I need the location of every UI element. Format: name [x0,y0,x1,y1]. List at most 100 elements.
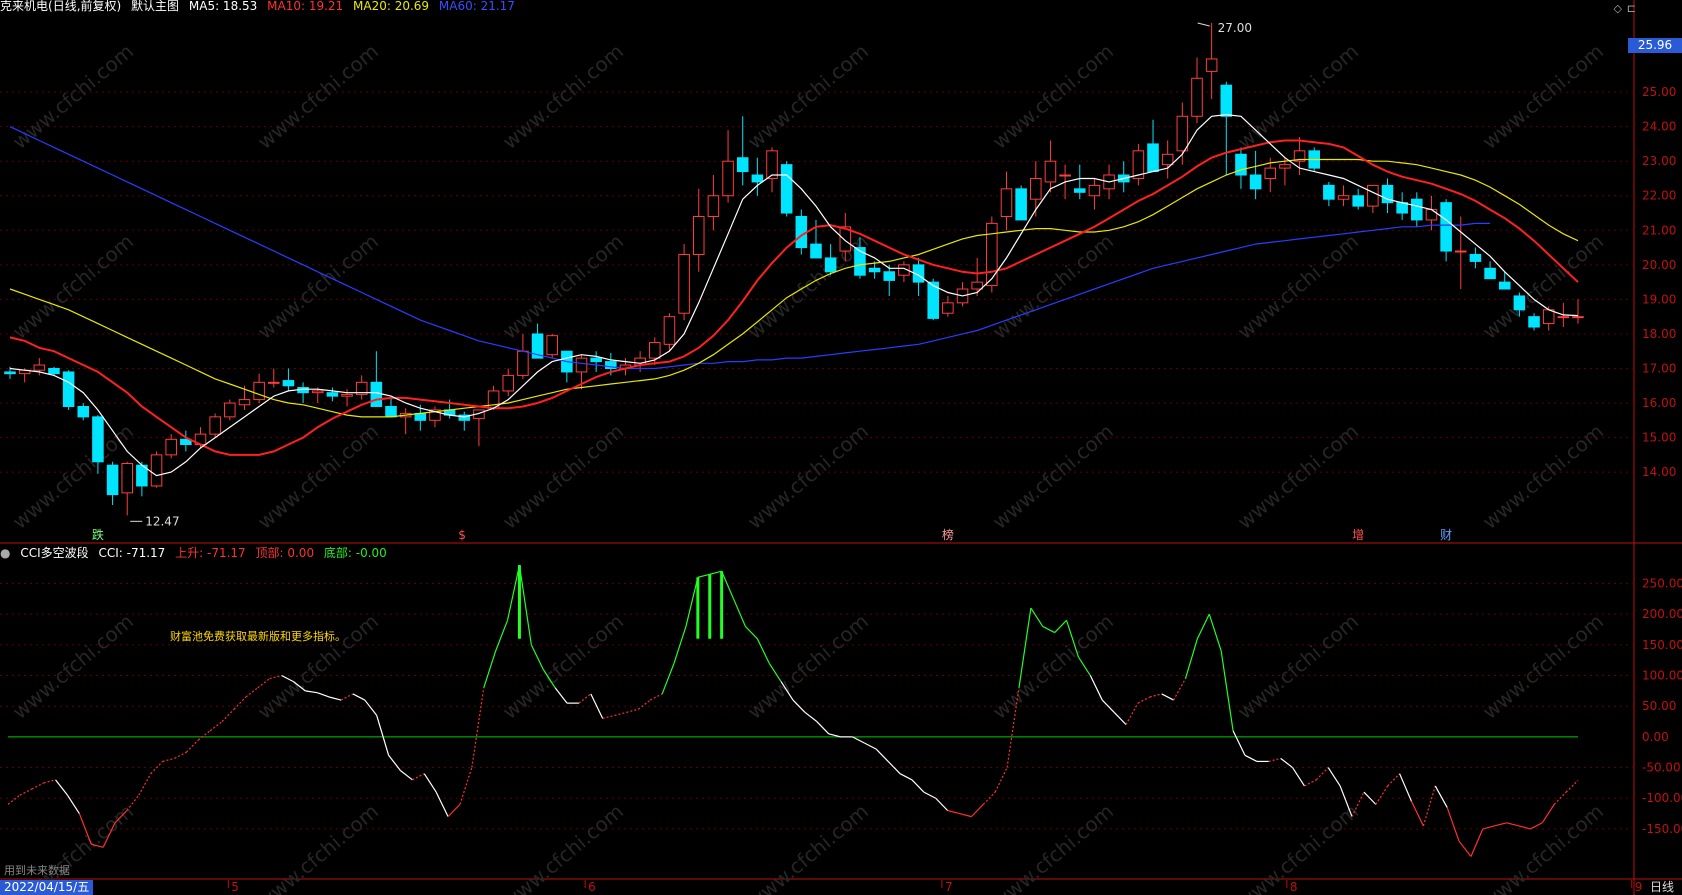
cci-segment-bottom [959,812,972,818]
watermark-text: www.cfchi.com [498,39,628,154]
price-tick-label: 17.00 [1642,361,1676,375]
watermark-text: www.cfchi.com [988,39,1118,154]
candle-body-down [854,247,866,276]
period-mode: (日线,前复权) [48,0,122,13]
watermark-text: www.cfchi.com [1233,419,1363,534]
cci-segment-bottom [1410,801,1424,827]
cci-tick-label: 200.00 [1642,607,1682,621]
cci-segment-rising [340,693,354,701]
cci-segment-bottom [1494,822,1507,827]
candle-body-down [883,271,896,281]
cci-segment-falling [305,690,318,694]
cci-segment-bottom [1470,828,1484,857]
cci-segment-falling [935,797,949,811]
cci-tick-label: 50.00 [1642,699,1676,713]
cci-tick-label: -50.00 [1642,761,1681,775]
watermark-text: www.cfchi.com [1233,229,1363,344]
candle-body-up [1542,309,1555,325]
candle-body-down [810,243,822,259]
watermark-text: www.cfchi.com [8,39,138,154]
event-mark: 增 [1352,528,1364,542]
cci-segment-rising [138,773,152,796]
cci-segment-rising [233,696,247,710]
candle-body-up [1088,184,1101,197]
indicator-toggle-icon[interactable]: ● [0,546,10,560]
month-label: 9 [1635,880,1643,894]
stock-name: 克来机电 [0,0,49,13]
cci-segment-rising [1315,767,1329,781]
cci-segment-rising [459,767,473,805]
candle-body-up [268,381,280,384]
month-label: 6 [588,880,596,894]
price-tick-label: 22.00 [1642,189,1676,203]
candle-body-up [165,438,177,456]
candle-body-up [1264,167,1277,179]
cci-segment-rising [162,757,175,762]
watermark-text: www.cfchi.com [498,229,628,344]
candle-body-up [1030,177,1042,200]
indicator-name[interactable]: CCI多空波段 [20,546,88,560]
low-marker-label: 12.47 [145,514,179,528]
candle-body-up [1572,316,1584,319]
period-label[interactable]: 日线 [1650,880,1674,895]
cci-segment-falling [792,699,806,713]
candle-body-up [238,399,251,406]
candle-body-up [971,281,983,290]
settings-diamond-icon[interactable]: ◇ [1614,2,1622,15]
cci-segment-top [1042,625,1055,634]
candle-body-up [766,150,778,179]
cci-segment-top [1196,613,1210,639]
cci-segment-falling [1327,767,1341,787]
candle-body-down [1440,202,1452,252]
watermark-text: www.cfchi.com [1478,229,1608,344]
candle-body-up [1044,160,1057,183]
cci-segment-top [721,570,735,600]
cci-segment-bottom [1446,807,1460,842]
candle-body-up [1000,188,1013,217]
watermark-text: www.cfchi.com [1478,419,1608,534]
cci-segment-bottom [447,803,461,818]
candle-body-up [1161,153,1174,166]
price-tick-label: 18.00 [1642,327,1676,341]
candle-body-down [414,412,427,421]
candle-body-up [1176,115,1189,152]
watermark-text: www.cfchi.com [1478,799,1608,895]
expand-icon[interactable]: ⊏ [1627,2,1636,15]
cci-segment-falling [1113,711,1127,726]
main-chart-name[interactable]: 默认主图 [131,0,179,13]
candle-body-down [1469,253,1482,262]
cci-segment-top [709,570,722,575]
cci-segment-top [661,663,675,695]
cci-tick-label: -150.00 [1642,822,1682,836]
cci-segment-rising [43,779,56,784]
chart-canvas[interactable]: www.cfchi.com www.cfchi.com www.cfchi.com w… [0,0,1682,895]
candle-body-up [209,416,221,435]
cci-segment-rising [1125,702,1139,725]
candle-body-up [341,393,353,397]
future-data-note: 用到未来数据 [4,864,70,877]
ma5-label: MA5: 18.53 [188,0,258,13]
watermark-text: www.cfchi.com [498,799,628,895]
cci-segment-rising [197,730,211,741]
candle-body-up [986,222,998,287]
candle-body-up [1337,195,1350,200]
cci-segment-falling [864,742,877,750]
candle-body-down [92,416,104,463]
cci-tick-label: 100.00 [1642,669,1682,683]
candle-body-up [1205,58,1218,72]
cci-segment-rising [245,687,259,698]
main-chart-header: 克来机电(日线,前复权) 默认主图 MA5: 18.53 MA10: 19.21… [0,0,521,14]
price-tick-label: 20.00 [1642,258,1676,272]
candle-body-down [4,371,16,375]
candle-body-down [106,464,119,496]
candle-body-up [678,253,690,314]
candle-body-down [1352,195,1364,207]
cci-segment-falling [554,687,568,704]
cci-segment-rising [209,721,223,732]
watermark-text: www.cfchi.com [1233,39,1363,154]
price-tick-label: 15.00 [1642,431,1676,445]
cci-segment-falling [1161,693,1174,701]
cci-segment-rising [221,708,235,722]
cci-segment-falling [1280,757,1293,769]
candle-body-up [150,454,163,487]
